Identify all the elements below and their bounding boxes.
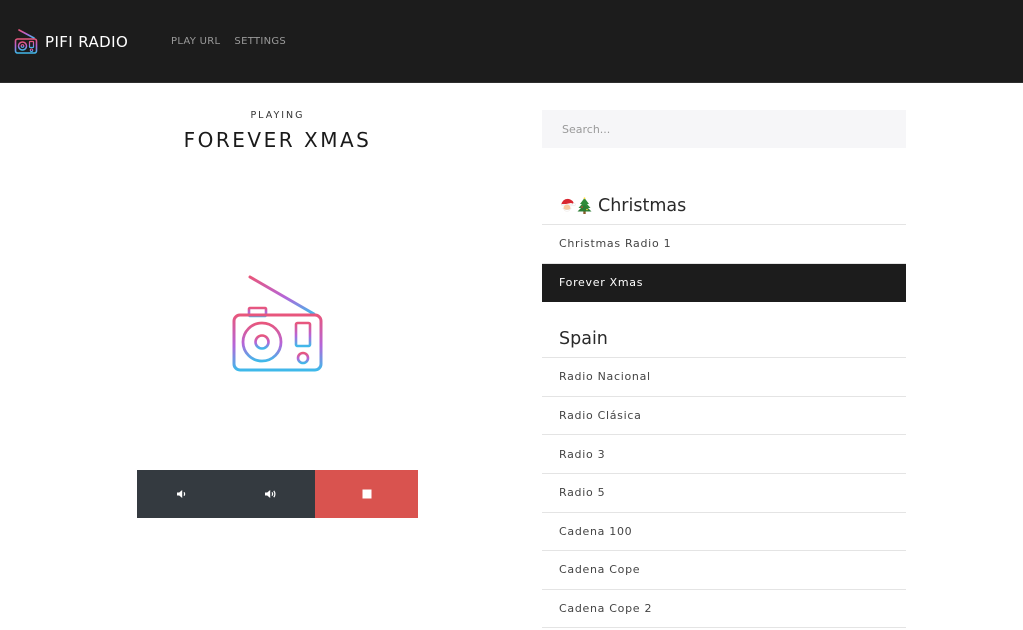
- volume-down-button[interactable]: [137, 470, 226, 518]
- group-title-christmas: Christmas: [542, 187, 906, 225]
- player-controls: [137, 470, 418, 518]
- radio-icon: [232, 275, 323, 372]
- group-title-spain: Spain: [542, 320, 906, 359]
- volume-down-icon: [176, 490, 185, 498]
- playing-status-label: PLAYING: [250, 110, 305, 121]
- stop-icon: [362, 489, 371, 499]
- station-item[interactable]: Radio Clásica: [542, 397, 906, 436]
- station-item[interactable]: Cadena Cope 2: [542, 590, 906, 629]
- search-input[interactable]: [542, 110, 906, 148]
- navbar: PIFI RADIO PLAY URL SETTINGS: [0, 0, 1023, 83]
- now-playing-title: FOREVER XMAS: [183, 128, 372, 152]
- now-playing-panel: PLAYING FOREVER XMAS: [0, 83, 555, 630]
- station-item[interactable]: Radio 3: [542, 435, 906, 474]
- christmas-emoji: [559, 197, 593, 214]
- stop-button[interactable]: [315, 470, 418, 518]
- nav-play-url[interactable]: PLAY URL: [171, 36, 220, 47]
- station-item[interactable]: Cadena 100: [542, 513, 906, 552]
- brand-title: PIFI RADIO: [45, 33, 129, 51]
- nav-links: PLAY URL SETTINGS: [171, 36, 300, 47]
- group-title-text: Spain: [559, 328, 608, 349]
- nav-settings[interactable]: SETTINGS: [234, 36, 286, 47]
- christmas-tree-emoji: [577, 197, 592, 214]
- santa-emoji: [561, 198, 576, 212]
- group-title-text: Christmas: [598, 195, 687, 216]
- station-item[interactable]: Radio 5: [542, 474, 906, 513]
- station-item[interactable]: Christmas Radio 1: [542, 225, 906, 264]
- radio-logo-icon: [14, 29, 38, 54]
- station-item[interactable]: Cadena Cope: [542, 551, 906, 590]
- station-list-panel: Christmas Christmas Radio 1 Forever Xmas…: [542, 110, 906, 629]
- volume-up-button[interactable]: [226, 470, 315, 518]
- station-item[interactable]: Radio Nacional: [542, 358, 906, 397]
- volume-up-icon: [264, 490, 275, 498]
- brand[interactable]: PIFI RADIO: [14, 28, 128, 56]
- station-item-active[interactable]: Forever Xmas: [542, 263, 906, 303]
